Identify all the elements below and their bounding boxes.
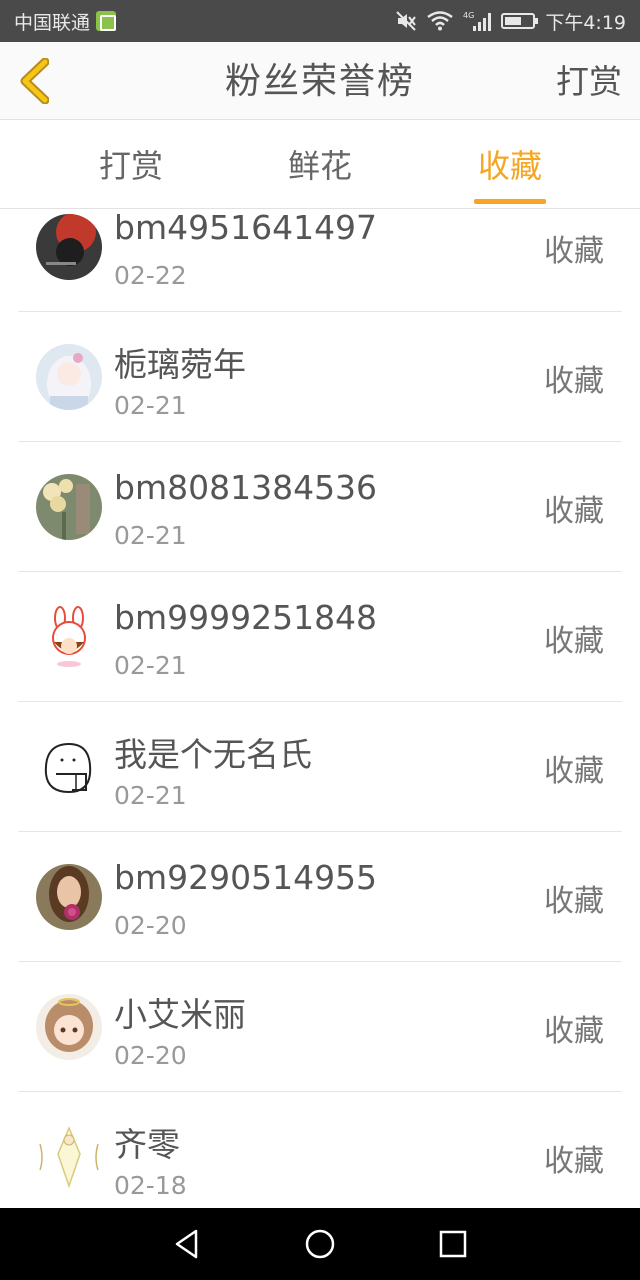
user-name: 栀璃菀年: [114, 345, 246, 384]
battery-icon: [501, 13, 539, 29]
favorite-label: 收藏: [544, 1144, 604, 1179]
clock: 下午4:19: [545, 11, 626, 34]
status-bar: 中国联通 4G 下午4:19: [0, 0, 640, 42]
user-name: bm4951641497: [114, 210, 378, 247]
avatar-dark-red: [36, 214, 102, 280]
signal-icon: 4G: [463, 10, 492, 32]
list-item[interactable]: bm8081384536 02-21 收藏: [18, 442, 622, 572]
nav-back-button[interactable]: [157, 1214, 217, 1274]
favorite-label: 收藏: [544, 884, 604, 919]
user-name: bm8081384536: [114, 468, 378, 507]
favorite-date: 02-22: [114, 261, 187, 290]
carrier-app-icon: [96, 11, 117, 31]
nav-home-button[interactable]: [290, 1214, 350, 1274]
recents-square-icon: [440, 1230, 467, 1258]
favorite-label: 收藏: [544, 624, 604, 659]
avatar-sketch: [36, 734, 102, 800]
status-left: 中国联通: [14, 8, 117, 35]
system-nav-bar: [0, 1208, 640, 1280]
back-button[interactable]: [14, 56, 54, 106]
favorite-date: 02-20: [114, 911, 187, 940]
fan-list[interactable]: bm4951641497 02-22 收藏 栀璃菀年 02-21 收藏 bm80…: [0, 210, 640, 1208]
favorite-label: 收藏: [544, 234, 604, 269]
favorite-date: 02-21: [114, 781, 187, 810]
avatar-anime-girl: [36, 994, 102, 1060]
avatar-figure: [36, 1124, 102, 1190]
user-name: 小艾米丽: [114, 995, 246, 1034]
app-header: 粉丝荣誉榜 打赏: [0, 42, 640, 120]
favorite-label: 收藏: [544, 754, 604, 789]
tab-reward[interactable]: 打赏: [61, 121, 201, 209]
favorite-label: 收藏: [544, 364, 604, 399]
battery-level: [505, 17, 521, 25]
status-right: 4G 下午4:19: [395, 8, 626, 35]
favorite-date: 02-20: [114, 1041, 187, 1070]
user-name: bm9999251848: [114, 598, 378, 637]
carrier-name: 中国联通: [14, 11, 91, 34]
list-item[interactable]: 我是个无名氏 02-21 收藏: [18, 702, 622, 832]
user-name: 我是个无名氏: [114, 735, 312, 774]
tab-flowers[interactable]: 鲜花: [250, 121, 390, 209]
tab-favorites-label: 收藏: [477, 147, 542, 185]
page-title: 粉丝荣誉榜: [224, 61, 415, 102]
list-item[interactable]: bm4951641497 02-22 收藏: [18, 210, 622, 312]
avatar-anime-white: [36, 344, 102, 410]
favorite-label: 收藏: [544, 1014, 604, 1049]
favorite-date: 02-18: [114, 1171, 187, 1200]
list-item[interactable]: bm9999251848 02-21 收藏: [18, 572, 622, 702]
list-item[interactable]: 齐零 02-18 收藏: [18, 1092, 622, 1208]
chevron-left-icon: [20, 58, 49, 104]
favorite-date: 02-21: [114, 391, 187, 420]
avatar-girl-rose: [36, 864, 102, 930]
home-circle-icon: [305, 1229, 335, 1259]
list-item[interactable]: bm9290514955 02-20 收藏: [18, 832, 622, 962]
favorite-date: 02-21: [114, 521, 187, 550]
favorite-date: 02-21: [114, 651, 187, 680]
tab-bar: 打赏 鲜花 收藏: [0, 121, 640, 209]
wifi-icon: [427, 11, 454, 31]
mute-icon: [395, 10, 417, 32]
network-type: 4G: [463, 11, 474, 20]
back-triangle-icon: [175, 1229, 197, 1259]
favorite-label: 收藏: [544, 494, 604, 529]
list-item[interactable]: 栀璃菀年 02-21 收藏: [18, 312, 622, 442]
avatar-bunny: [36, 604, 102, 670]
tab-favorites[interactable]: 收藏: [440, 121, 580, 209]
avatar-flowers: [36, 474, 102, 540]
active-tab-indicator: [474, 199, 546, 204]
user-name: bm9290514955: [114, 858, 378, 897]
nav-recents-button[interactable]: [423, 1214, 483, 1274]
user-name: 齐零: [114, 1125, 180, 1164]
list-item[interactable]: 小艾米丽 02-20 收藏: [18, 962, 622, 1092]
reward-button[interactable]: 打赏: [556, 42, 622, 120]
